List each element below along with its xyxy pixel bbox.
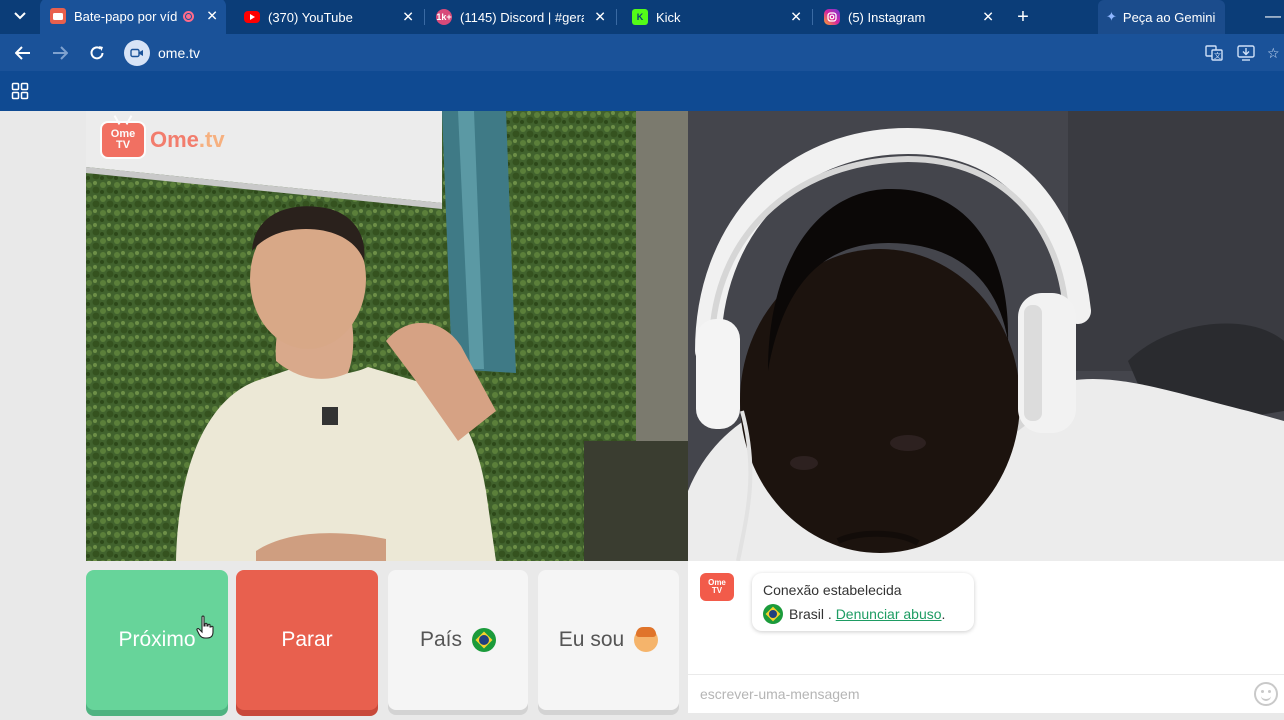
logo-suffix: .tv	[198, 127, 225, 152]
iam-button-label: Eu sou	[558, 628, 625, 651]
next-button-label: Próximo	[118, 628, 196, 651]
brazil-flag-icon	[763, 604, 783, 624]
translate-icon[interactable]: 文	[1203, 42, 1225, 64]
recording-indicator-icon	[183, 10, 195, 22]
tab-kick[interactable]: K Kick ✕	[624, 0, 810, 34]
install-app-icon[interactable]	[1235, 42, 1257, 64]
brazil-flag-icon	[472, 628, 497, 652]
close-tab-icon[interactable]: ✕	[594, 9, 606, 26]
stop-button-label: Parar	[281, 628, 333, 651]
tab-divider	[616, 9, 617, 25]
new-tab-plus-icon[interactable]: +	[1010, 0, 1036, 34]
kick-favicon-icon: K	[632, 9, 648, 25]
site-info-video-icon[interactable]	[124, 39, 150, 66]
connection-status: Conexão estabelecida	[763, 582, 902, 598]
minimize-window-icon[interactable]: —	[1262, 0, 1284, 34]
self-camera-video	[688, 111, 1284, 561]
url-text: ome.tv	[158, 44, 201, 61]
chat-avatar-text: TV	[711, 586, 723, 595]
tab-divider	[424, 9, 425, 25]
next-button[interactable]: Próximo	[86, 570, 228, 710]
stop-button[interactable]: Parar	[236, 570, 378, 710]
svg-text:文: 文	[1214, 51, 1221, 60]
country-filter-button[interactable]: País	[388, 570, 528, 710]
country-button-label: País	[419, 628, 463, 651]
tab-ometv[interactable]: Bate-papo por víd ✕	[40, 0, 226, 34]
tab-title: Kick	[656, 9, 681, 25]
youtube-favicon-icon	[244, 11, 260, 23]
logo-badge-text: TV	[115, 139, 131, 151]
ometv-page: Ome TV Ome.tv Próximo Parar País Eu sou …	[0, 111, 1284, 720]
tab-title: Bate-papo por víd	[74, 8, 178, 24]
tab-search-chevron-icon[interactable]	[6, 3, 34, 29]
tab-strip: Bate-papo por víd ✕ (370) YouTube ✕ 1k+ …	[0, 0, 1284, 34]
tab-discord[interactable]: 1k+ (1145) Discord | #geral ✕	[428, 0, 614, 34]
back-arrow-icon[interactable]	[9, 34, 37, 71]
system-message-bubble: Conexão estabelecida Brasil . Denunciar …	[752, 573, 974, 631]
apps-grid-icon[interactable]	[11, 82, 29, 100]
browser-toolbar: ome.tv 文 ☆	[0, 34, 1284, 71]
tab-title: (1145) Discord | #geral	[460, 9, 584, 25]
partner-country-line: Brasil . Denunciar abuso.	[763, 604, 963, 624]
forward-arrow-icon[interactable]	[46, 34, 74, 71]
logo-wordmark: Ome.tv	[150, 127, 225, 153]
boy-face-icon	[634, 627, 659, 652]
tab-title: (370) YouTube	[268, 9, 353, 25]
tab-divider	[812, 9, 813, 25]
hand-pointer-cursor-icon	[196, 615, 214, 639]
partner-video: Ome TV Ome.tv	[86, 111, 688, 561]
ometv-chat-avatar-icon: Ome TV	[700, 573, 734, 601]
close-tab-icon[interactable]: ✕	[982, 9, 994, 26]
gemini-sparkle-icon: ✦	[1106, 9, 1117, 24]
self-camera-frame	[688, 111, 1284, 561]
message-input-placeholder: escrever-uma-mensagem	[700, 686, 860, 702]
close-tab-icon[interactable]: ✕	[402, 9, 414, 26]
tv-logo-icon: Ome TV	[100, 121, 146, 159]
emoji-picker-icon[interactable]	[1254, 682, 1278, 706]
message-input[interactable]: escrever-uma-mensagem	[688, 674, 1284, 713]
address-bar[interactable]: ome.tv	[124, 38, 1194, 67]
close-tab-icon[interactable]: ✕	[790, 9, 802, 26]
tab-instagram[interactable]: (5) Instagram ✕	[816, 0, 1002, 34]
tab-title: (5) Instagram	[848, 9, 926, 25]
tab-youtube[interactable]: (370) YouTube ✕	[236, 0, 422, 34]
ometv-watermark-logo: Ome TV Ome.tv	[100, 121, 225, 159]
discord-favicon-icon: 1k+	[436, 9, 452, 25]
ometv-favicon-icon	[50, 8, 66, 24]
chat-panel: Ome TV Conexão estabelecida Brasil . Den…	[688, 561, 1284, 713]
gender-select-button[interactable]: Eu sou	[538, 570, 679, 710]
report-suffix: .	[941, 606, 946, 622]
close-tab-icon[interactable]: ✕	[206, 8, 218, 25]
report-abuse-link[interactable]: Denunciar abuso	[836, 606, 942, 622]
logo-prefix: Ome	[150, 127, 199, 152]
instagram-favicon-icon	[824, 9, 840, 25]
bookmarks-bar	[0, 71, 1284, 111]
partner-video-frame	[86, 111, 688, 561]
ask-gemini-button[interactable]: ✦ Peça ao Gemini	[1098, 0, 1226, 34]
gemini-label: Peça ao Gemini	[1122, 9, 1216, 25]
bookmark-star-icon[interactable]: ☆	[1267, 42, 1284, 64]
partner-country: Brasil .	[789, 606, 832, 622]
reload-icon[interactable]	[83, 34, 111, 71]
